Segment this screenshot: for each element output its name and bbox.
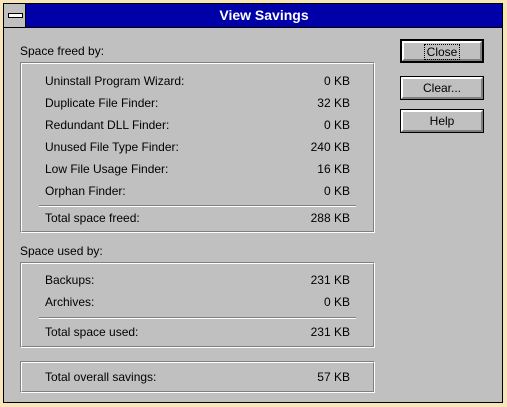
freed-row-unused-file-type: Unused File Type Finder: 240 KB	[45, 140, 350, 156]
row-value: 240 KB	[310, 140, 350, 154]
row-label: Unused File Type Finder:	[45, 140, 179, 154]
row-value: 0 KB	[323, 295, 350, 309]
total-label: Total space freed:	[45, 211, 140, 225]
row-label: Orphan Finder:	[45, 184, 126, 198]
overall-label: Total overall savings:	[45, 370, 157, 384]
freed-row-redundant-dll: Redundant DLL Finder: 0 KB	[45, 118, 350, 134]
overall-value: 57 KB	[317, 370, 350, 384]
row-value: 0 KB	[323, 74, 350, 88]
row-value: 32 KB	[317, 96, 350, 110]
freed-total-row: Total space freed: 288 KB	[45, 211, 350, 227]
used-row-backups: Backups: 231 KB	[45, 273, 350, 289]
freed-row-uninstall-wizard: Uninstall Program Wizard: 0 KB	[45, 74, 350, 90]
total-value: 288 KB	[310, 211, 350, 225]
help-button[interactable]: Help	[400, 109, 484, 133]
title-bar[interactable]: View Savings	[4, 4, 502, 28]
freed-row-orphan-finder: Orphan Finder: 0 KB	[45, 184, 350, 200]
close-button[interactable]: Close	[400, 39, 484, 63]
freed-row-low-usage: Low File Usage Finder: 16 KB	[45, 162, 350, 178]
space-freed-group: Uninstall Program Wizard: 0 KB Duplicate…	[20, 62, 375, 233]
used-total-row: Total space used: 231 KB	[45, 325, 350, 341]
divider	[39, 205, 356, 207]
freed-row-duplicate-finder: Duplicate File Finder: 32 KB	[45, 96, 350, 112]
close-button-label: Close	[423, 44, 461, 60]
clear-button[interactable]: Clear...	[400, 76, 484, 100]
row-value: 16 KB	[317, 162, 350, 176]
overall-savings-group: Total overall savings: 57 KB	[20, 361, 375, 393]
help-button-label: Help	[429, 114, 455, 128]
used-row-archives: Archives: 0 KB	[45, 295, 350, 311]
system-menu-icon[interactable]	[4, 4, 26, 27]
clear-button-label: Clear...	[422, 81, 461, 95]
row-label: Uninstall Program Wizard:	[45, 74, 185, 88]
view-savings-window: View Savings Space freed by: Uninstall P…	[3, 3, 503, 403]
row-label: Archives:	[45, 295, 95, 309]
divider	[39, 317, 356, 319]
row-value: 0 KB	[323, 184, 350, 198]
row-label: Backups:	[45, 273, 95, 287]
row-label: Redundant DLL Finder:	[45, 118, 170, 132]
row-value: 231 KB	[310, 273, 350, 287]
space-freed-heading: Space freed by:	[20, 44, 105, 58]
overall-savings-row: Total overall savings: 57 KB	[45, 370, 350, 386]
row-value: 0 KB	[323, 118, 350, 132]
total-value: 231 KB	[310, 325, 350, 339]
row-label: Duplicate File Finder:	[45, 96, 159, 110]
row-label: Low File Usage Finder:	[45, 162, 169, 176]
space-used-heading: Space used by:	[20, 244, 103, 258]
window-title: View Savings	[219, 7, 309, 23]
total-label: Total space used:	[45, 325, 139, 339]
space-used-group: Backups: 231 KB Archives: 0 KB Total spa…	[20, 262, 375, 348]
